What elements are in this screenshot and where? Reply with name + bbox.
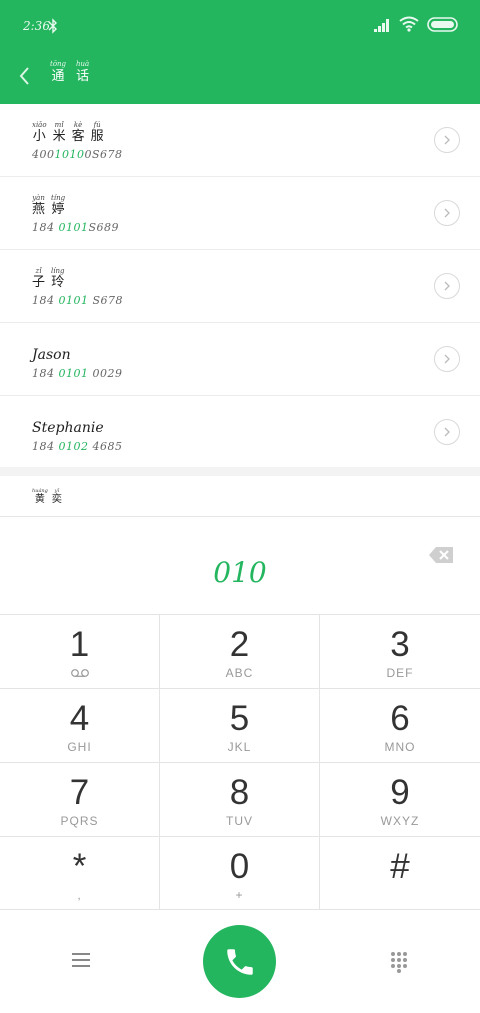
contact-detail-button[interactable] <box>434 346 460 372</box>
contact-detail-button[interactable] <box>434 419 460 445</box>
key-4[interactable]: 4 GHI <box>0 689 160 763</box>
contact-name: xiǎo 小 mǐ 米 kè 客 fú 服 <box>32 121 104 144</box>
battery-icon <box>427 17 458 32</box>
contact-name: zǐ 子 líng 玲 <box>32 267 65 290</box>
chevron-right-icon <box>444 135 450 145</box>
chevron-right-icon <box>444 427 450 437</box>
dial-keypad: 1 2 ABC 3 DEF 4 GHI 5 JKL 6 MNO 7 PQRS 8… <box>0 615 480 910</box>
phone-icon <box>226 948 253 975</box>
contact-row[interactable]: Jason 184 0101 0029 <box>0 323 480 396</box>
key-0[interactable]: 0 + <box>160 837 320 910</box>
key-8[interactable]: 8 TUV <box>160 763 320 837</box>
dial-input[interactable]: 010 <box>0 556 480 589</box>
call-button[interactable] <box>203 925 276 998</box>
contact-name: yàn 燕 tíng 婷 <box>32 194 66 217</box>
contact-row[interactable]: yàn 燕 tíng 婷 184 0101S689 <box>0 177 480 250</box>
key-6[interactable]: 6 MNO <box>320 689 480 763</box>
contact-number: 184 0101S689 <box>32 221 120 234</box>
chevron-left-icon[interactable] <box>14 62 36 90</box>
contact-number: 40010100S678 <box>32 148 123 161</box>
dial-number-display: 010 <box>0 518 480 615</box>
key-7[interactable]: 7 PQRS <box>0 763 160 837</box>
backspace-icon[interactable] <box>428 546 454 564</box>
key-2[interactable]: 2 ABC <box>160 615 320 689</box>
status-bar: 2:36 <box>0 0 480 52</box>
contact-name: Jason <box>32 347 71 363</box>
contact-row[interactable]: xiǎo 小 mǐ 米 kè 客 fú 服 40010100S678 <box>0 104 480 177</box>
key-1[interactable]: 1 <box>0 615 160 689</box>
key-9[interactable]: 9 WXYZ <box>320 763 480 837</box>
list-divider <box>0 467 480 476</box>
wifi-icon <box>399 16 419 32</box>
contact-number: 184 0101 0029 <box>32 367 123 380</box>
chevron-right-icon <box>444 281 450 291</box>
key-hash[interactable]: # <box>320 837 480 910</box>
contact-detail-button[interactable] <box>434 200 460 226</box>
title-char: huà 话 <box>76 60 90 84</box>
app-header: 2:36 tōng 通 huà 话 <box>0 0 480 104</box>
contact-suggestion-list: xiǎo 小 mǐ 米 kè 客 fú 服 40010100S678 yàn 燕 tíng… <box>0 104 480 469</box>
contact-row-partial[interactable]: huáng 黄 yī 奕 <box>0 476 480 517</box>
contact-row[interactable]: Stephanie 184 0102 4685 <box>0 396 480 469</box>
contact-name: Stephanie <box>32 420 104 436</box>
menu-icon[interactable] <box>71 951 91 969</box>
status-time: 2:36 <box>23 19 50 33</box>
title-char: tōng 通 <box>50 60 67 84</box>
chevron-right-icon <box>444 354 450 364</box>
contact-row[interactable]: zǐ 子 líng 玲 184 0101 S678 <box>0 250 480 323</box>
key-3[interactable]: 3 DEF <box>320 615 480 689</box>
contact-number: 184 0101 S678 <box>32 294 124 307</box>
contact-name: huáng 黄 yī 奕 <box>32 488 62 505</box>
bluetooth-icon <box>48 18 57 34</box>
key-5[interactable]: 5 JKL <box>160 689 320 763</box>
page-title: tōng 通 huà 话 <box>50 60 89 92</box>
dialpad-icon[interactable] <box>389 951 409 973</box>
key-star[interactable]: * , <box>0 837 160 910</box>
contact-detail-button[interactable] <box>434 127 460 153</box>
signal-icon <box>374 19 389 32</box>
contact-detail-button[interactable] <box>434 273 460 299</box>
contact-number: 184 0102 4685 <box>32 440 123 453</box>
chevron-right-icon <box>444 208 450 218</box>
voicemail-icon <box>71 669 89 677</box>
